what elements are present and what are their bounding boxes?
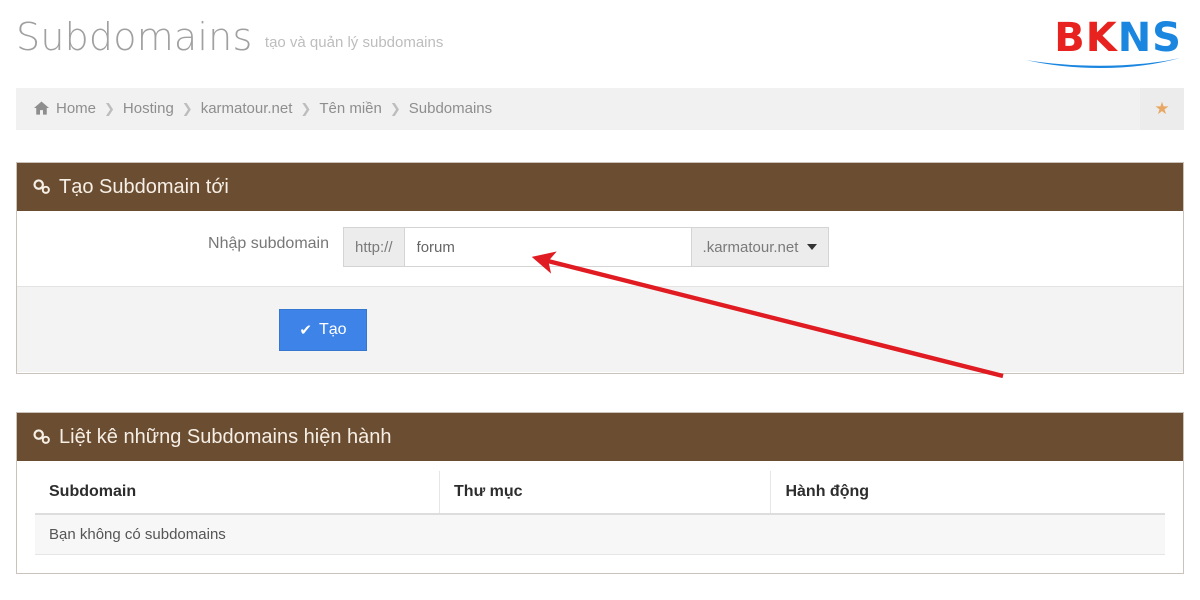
- column-header-thu-muc[interactable]: Thư mục: [439, 471, 772, 515]
- chevron-down-icon: [807, 244, 818, 250]
- brand-ns-text: NS: [1117, 15, 1182, 61]
- page-root: Subdomains tạo và quản lý subdomains BKN…: [0, 0, 1200, 600]
- column-header-hanh-dong[interactable]: Hành động: [770, 471, 1165, 515]
- breadcrumb-item-karmatour[interactable]: karmatour.net: [201, 100, 293, 117]
- domain-suffix-label: .karmatour.net: [702, 238, 799, 256]
- create-panel-header: Tạo Subdomain tới: [17, 163, 1183, 211]
- bookmark-button[interactable]: ★: [1140, 88, 1184, 130]
- breadcrumb-separator: ❯: [300, 101, 312, 116]
- create-submit-button[interactable]: ✔ Tạo: [279, 309, 367, 351]
- breadcrumb-bar: Home ❯ Hosting ❯ karmatour.net ❯ Tên miền ❯ Subd…: [16, 88, 1184, 130]
- list-panel-title: Liệt kê những Subdomains hiện hành: [59, 426, 392, 448]
- domain-suffix-dropdown[interactable]: .karmatour.net: [691, 227, 830, 267]
- home-icon: [34, 90, 49, 132]
- star-icon: ★: [1154, 99, 1170, 118]
- breadcrumb-separator: ❯: [389, 101, 401, 116]
- bkns-logo[interactable]: BKNS: [1004, 18, 1182, 76]
- breadcrumb: Home ❯ Hosting ❯ karmatour.net ❯ Tên miền ❯ Subd…: [34, 88, 492, 130]
- breadcrumb-item-hosting[interactable]: Hosting: [123, 100, 174, 117]
- table-head: Subdomain Thư mục Hành động: [35, 471, 1165, 515]
- column-header-subdomain[interactable]: Subdomain: [35, 471, 441, 515]
- page-subtitle: tạo và quản lý subdomains: [264, 34, 444, 51]
- list-panel-header: Liệt kê những Subdomains hiện hành: [17, 413, 1183, 461]
- create-panel-title: Tạo Subdomain tới: [59, 176, 229, 198]
- create-panel-footer: ✔ Tạo: [17, 286, 1183, 372]
- brand-bk-text: BK: [1054, 15, 1118, 61]
- subdomain-input[interactable]: [403, 227, 692, 267]
- cogs-icon: [33, 165, 52, 213]
- protocol-addon: http://: [343, 227, 404, 267]
- breadcrumb-item-subdomains[interactable]: Subdomains: [409, 100, 492, 117]
- subdomain-input-group: http:// .karmatour.net: [343, 227, 830, 267]
- breadcrumb-separator: ❯: [181, 101, 193, 116]
- table-row: Bạn không có subdomains: [35, 514, 1165, 555]
- create-panel-body: Nhập subdomain http:// .karmatour.net: [17, 211, 1183, 286]
- table-body: Bạn không có subdomains: [35, 514, 1165, 555]
- create-submit-label: Tạo: [319, 321, 347, 338]
- cogs-icon: [33, 415, 52, 463]
- brand-wordmark: BKNS: [1004, 18, 1182, 58]
- subdomains-table: Subdomain Thư mục Hành động Bạn không có…: [35, 471, 1165, 555]
- subdomain-field-label: Nhập subdomain: [208, 235, 329, 252]
- page-title: Subdomains: [16, 15, 253, 59]
- create-subdomain-panel: Tạo Subdomain tới Nhập subdomain http://…: [16, 162, 1184, 374]
- breadcrumb-item-ten-mien[interactable]: Tên miền: [319, 100, 382, 117]
- subdomain-list-panel: Liệt kê những Subdomains hiện hành Subdo…: [16, 412, 1184, 574]
- table-header-row: Subdomain Thư mục Hành động: [35, 471, 1165, 515]
- list-panel-body: Subdomain Thư mục Hành động Bạn không có…: [17, 461, 1183, 573]
- check-icon: ✔: [299, 321, 312, 339]
- breadcrumb-item-home[interactable]: Home: [56, 100, 96, 117]
- empty-state-message: Bạn không có subdomains: [35, 514, 1165, 555]
- breadcrumb-separator: ❯: [104, 101, 115, 116]
